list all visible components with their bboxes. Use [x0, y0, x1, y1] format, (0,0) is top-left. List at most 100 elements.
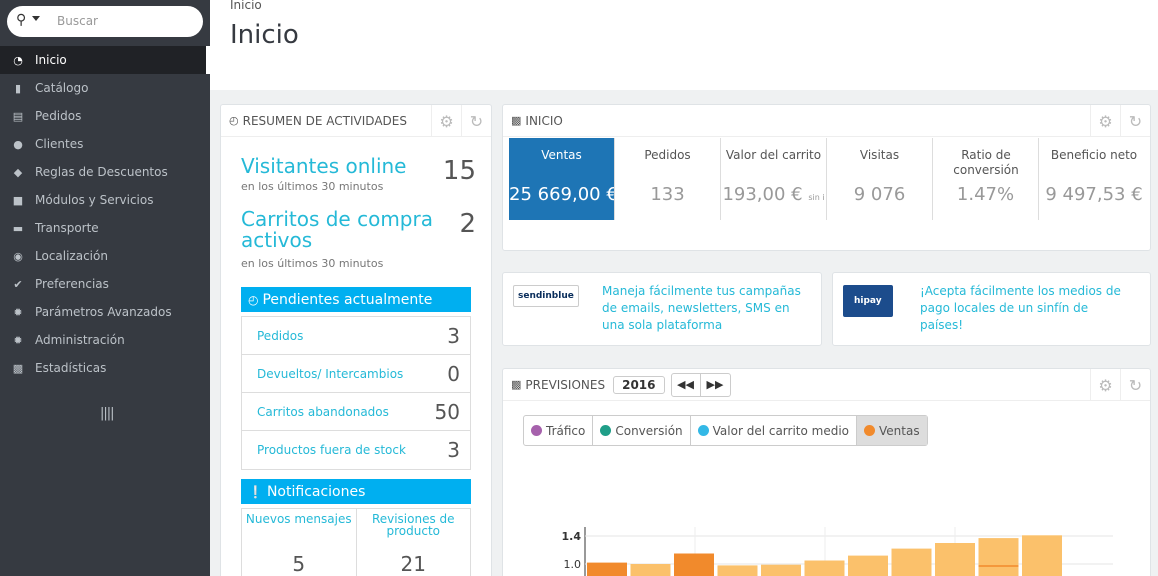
search-input[interactable]: [57, 12, 197, 30]
nav-item-preferencias[interactable]: ✔ Preferencias: [0, 270, 210, 298]
list-item[interactable]: Devueltos/ Intercambios 0: [242, 355, 470, 393]
nav-label: Transporte: [35, 221, 99, 235]
refresh-icon[interactable]: ↻: [461, 105, 491, 137]
nav-item-pedidos[interactable]: ▤ Pedidos: [0, 102, 210, 130]
chart-bar[interactable]: [1022, 535, 1062, 576]
kpi-ventas[interactable]: Ventas 25 669,00 €: [509, 138, 615, 220]
legend-label: Valor del carrito medio: [712, 423, 850, 438]
panel-title: RESUMEN DE ACTIVIDADES: [242, 113, 407, 128]
year-badge: 2016: [613, 375, 665, 394]
chart-bar[interactable]: [978, 538, 1019, 576]
legend-swatch: [864, 425, 876, 436]
nav-item-administracion[interactable]: ✹ Administración: [0, 326, 210, 354]
exclamation-icon: ❕: [248, 484, 263, 499]
panel-header: ▩ INICIO: [503, 105, 1150, 137]
nav-label: Módulos y Servicios: [35, 193, 154, 207]
legend-label: Tráfico: [546, 423, 586, 438]
kpi-label: Valor del carrito: [725, 148, 822, 162]
chart-bar[interactable]: [848, 555, 888, 576]
pending-label[interactable]: Pedidos: [257, 329, 303, 343]
nav-item-localizacion[interactable]: ◉ Localización: [0, 242, 210, 270]
kpi-value: 9 497,53 €: [1045, 184, 1143, 205]
previous-year-button[interactable]: ◀◀: [672, 373, 701, 396]
nav-item-modulos[interactable]: ■ Módulos y Servicios: [0, 186, 210, 214]
globe-icon: ◉: [13, 249, 23, 263]
gear-icon[interactable]: ⚙: [1090, 105, 1120, 137]
sendinblue-text[interactable]: Maneja fácilmente tus campañas de emails…: [602, 283, 802, 334]
legend-swatch: [531, 425, 542, 436]
notifications-title: Notificaciones: [266, 483, 366, 500]
nav-item-estadisticas[interactable]: ▩ Estadísticas: [0, 354, 210, 382]
chart-bar[interactable]: [761, 564, 801, 576]
chart-bar[interactable]: [587, 562, 627, 576]
dashboard-panel: ▩ INICIO ⚙ ↻ Ventas 25 669,00 € Pedidos 13…: [502, 104, 1151, 251]
kpi-value-suffix: sin i: [808, 193, 825, 202]
active-carts: Carritos de compra activos en los último…: [241, 209, 476, 271]
pending-label[interactable]: Carritos abandonados: [257, 405, 389, 419]
kpi-row: Ventas 25 669,00 € Pedidos 133 Valor del c…: [509, 138, 1149, 220]
legend-ventas[interactable]: Ventas: [857, 416, 927, 445]
legend-valor-carrito[interactable]: Valor del carrito medio: [691, 416, 858, 445]
nav-label: Pedidos: [35, 109, 82, 123]
kpi-valor-carrito[interactable]: Valor del carrito 193,00 € sin i: [721, 138, 827, 220]
refresh-icon[interactable]: ↻: [1120, 369, 1150, 401]
notification-cell[interactable]: Revisiones de producto 21: [357, 509, 471, 576]
active-carts-label[interactable]: Carritos de compra activos: [241, 209, 441, 251]
nav-item-descuentos[interactable]: ◆ Reglas de Descuentos: [0, 158, 210, 186]
gear-icon[interactable]: ⚙: [1090, 369, 1120, 401]
legend-conversion[interactable]: Conversión: [593, 416, 691, 445]
hipay-card[interactable]: hipay ¡Acepta fácilmente los medios de p…: [832, 272, 1151, 346]
credit-card-icon: ▤: [12, 109, 24, 123]
chart-bar[interactable]: [935, 543, 975, 576]
nav-item-inicio[interactable]: ◔ Inicio: [0, 46, 210, 74]
chart-bar[interactable]: [674, 553, 714, 576]
nav-label: Administración: [35, 333, 125, 347]
nav-item-catalogo[interactable]: ▮ Catálogo: [0, 74, 210, 102]
refresh-icon[interactable]: ↻: [1120, 105, 1150, 137]
breadcrumb[interactable]: Inicio: [230, 0, 262, 12]
online-visitors-value: 15: [442, 156, 476, 186]
kpi-ratio-conversion[interactable]: Ratio de conversión 1.47%: [933, 138, 1039, 220]
kpi-pedidos[interactable]: Pedidos 133: [615, 138, 721, 220]
search-box[interactable]: ⚲: [7, 6, 203, 37]
kpi-label: Beneficio neto: [1050, 148, 1138, 162]
kpi-visitas[interactable]: Visitas 9 076: [827, 138, 933, 220]
clock-icon: ◴: [229, 114, 239, 127]
notification-cell[interactable]: Nuevos mensajes 5: [242, 509, 357, 576]
nav-item-transporte[interactable]: ▬ Transporte: [0, 214, 210, 242]
pending-label[interactable]: Productos fuera de stock: [257, 443, 406, 457]
hipay-text[interactable]: ¡Acepta fácilmente los medios de pago lo…: [920, 283, 1130, 334]
sendinblue-card[interactable]: sendinblue Maneja fácilmente tus campaña…: [502, 272, 822, 346]
users-icon: ●: [13, 137, 23, 151]
chart-bar[interactable]: [630, 564, 671, 576]
notifications-header: ❕ Notificaciones: [241, 479, 471, 504]
search-icon[interactable]: ⚲: [16, 12, 26, 28]
legend-label: Conversión: [615, 423, 683, 438]
nav-item-parametros[interactable]: ✹ Parámetros Avanzados: [0, 298, 210, 326]
nav-label: Reglas de Descuentos: [35, 165, 168, 179]
online-visitors-label[interactable]: Visitantes online: [241, 156, 476, 177]
chart-bar[interactable]: [804, 560, 845, 576]
chart-bar[interactable]: [891, 548, 932, 576]
gear-icon[interactable]: ⚙: [431, 105, 461, 137]
y-tick-label: 1.4: [562, 530, 582, 543]
next-year-button[interactable]: ▶▶: [701, 374, 730, 396]
notification-label[interactable]: Revisiones de producto: [357, 513, 471, 539]
forecast-chart: 1.4 1.0: [562, 527, 1113, 576]
list-item[interactable]: Carritos abandonados 50: [242, 393, 470, 431]
legend-swatch: [697, 425, 709, 436]
chart-bar[interactable]: [717, 565, 758, 576]
pending-label[interactable]: Devueltos/ Intercambios: [257, 367, 403, 381]
nav-item-clientes[interactable]: ● Clientes: [0, 130, 210, 158]
kpi-value: 133: [650, 184, 685, 205]
list-item[interactable]: Productos fuera de stock 3: [242, 431, 470, 469]
kpi-beneficio-neto[interactable]: Beneficio neto 9 497,53 €: [1039, 138, 1149, 220]
online-visitors-sub: en los últimos 30 minutos: [241, 180, 384, 193]
wrench-icon: ✔: [13, 277, 23, 291]
panel-title: PREVISIONES: [525, 377, 606, 392]
list-item[interactable]: Pedidos 3: [242, 317, 470, 355]
collapse-sidebar-icon[interactable]: ||||: [100, 406, 114, 421]
notification-label[interactable]: Nuevos mensajes: [242, 513, 356, 539]
chevron-down-icon[interactable]: [32, 16, 40, 21]
legend-trafico[interactable]: Tráfico: [524, 416, 594, 445]
